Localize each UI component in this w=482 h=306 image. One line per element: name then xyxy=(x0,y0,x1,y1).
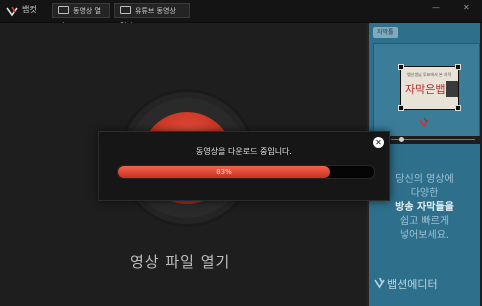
promo-line: 방송 자막들을 xyxy=(395,202,454,213)
promo-line: 쉽고 빠르게 xyxy=(399,216,450,227)
open-file-label[interactable]: 영상 파일 열기 xyxy=(130,251,230,272)
brand-logo-icon xyxy=(374,277,385,289)
resize-handle[interactable] xyxy=(455,64,461,70)
progress-label: 83% xyxy=(216,168,232,176)
download-progress-dialog: ✕ 동영상을 다운로드 중입니다. 83% xyxy=(98,131,390,201)
subtitle-poster: 뱁선생님 투표에서 본 자막 자막은뱁 xyxy=(400,66,459,110)
app-title: 뱁컷 xyxy=(22,5,37,14)
download-message: 동영상을 다운로드 중입니다. xyxy=(196,147,292,156)
download-progress-bar: 83% xyxy=(117,165,375,179)
progress-fill: 83% xyxy=(118,166,330,178)
seek-knob[interactable] xyxy=(399,137,404,142)
tab-subtitle-tool[interactable]: 자막툴 xyxy=(373,27,398,38)
brand-mark-icon xyxy=(419,117,429,128)
promo-line: 넣어보세요. xyxy=(399,230,450,241)
brand-name: 뱁션에디터 xyxy=(387,278,438,291)
resize-handle[interactable] xyxy=(398,64,404,70)
poster-caption: 뱁선생님 투표에서 본 자막 xyxy=(407,72,452,77)
resize-handle[interactable] xyxy=(455,105,461,111)
title-bar: 뱁컷 동영상 열기 유튜브 동영상 열기 — ✕ xyxy=(0,0,482,30)
folder-icon xyxy=(58,6,69,14)
minimize-button[interactable]: — xyxy=(432,3,440,12)
poster-title: 자막은뱁 xyxy=(405,83,446,96)
close-window-button[interactable]: ✕ xyxy=(463,3,470,12)
folder-icon xyxy=(120,6,131,14)
open-youtube-button[interactable]: 유튜브 동영상 열기 xyxy=(114,3,190,30)
poster-badge xyxy=(446,81,458,97)
resize-handle[interactable] xyxy=(398,105,404,111)
subtitle-preview: 뱁선생님 투표에서 본 자막 자막은뱁 xyxy=(373,43,480,137)
open-video-button[interactable]: 동영상 열기 xyxy=(52,3,110,30)
app-logo-icon xyxy=(6,6,18,17)
